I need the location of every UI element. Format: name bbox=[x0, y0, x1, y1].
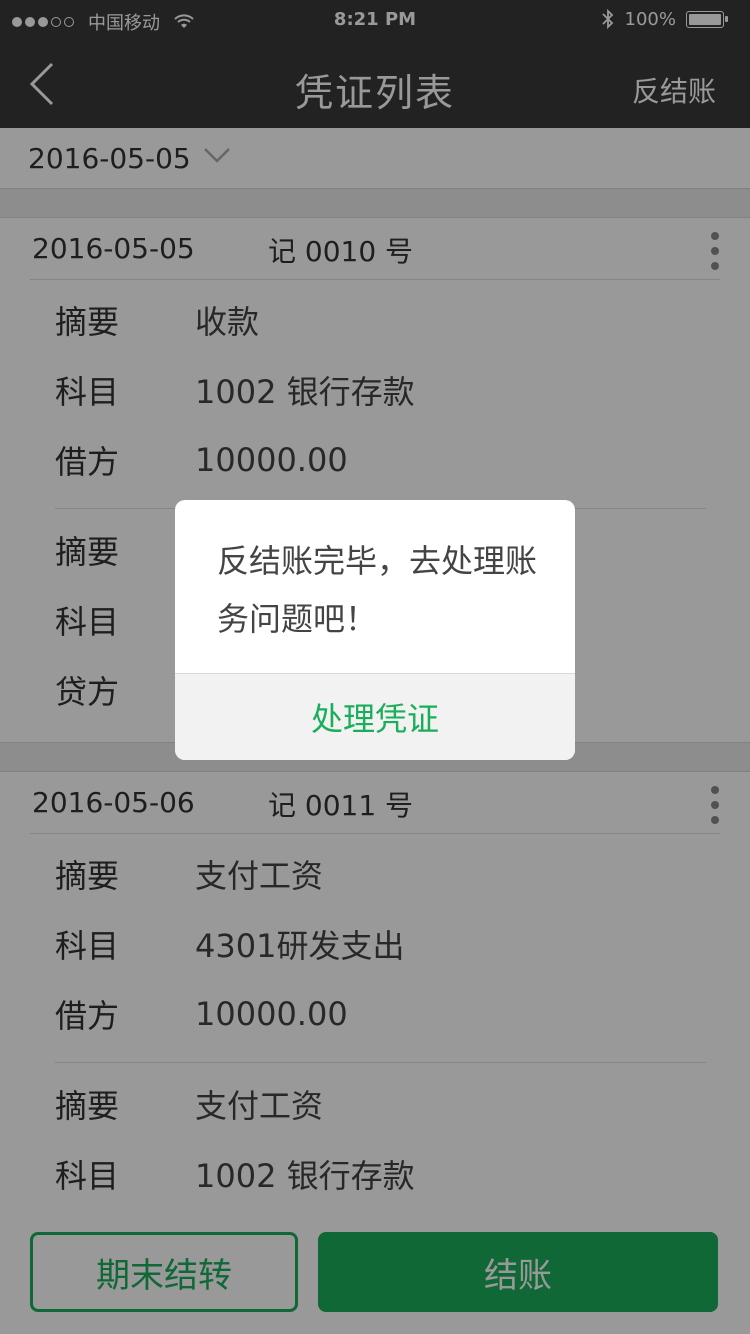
dialog-message: 反结账完毕，去处理账务问题吧！ bbox=[217, 542, 538, 638]
handle-vouchers-button[interactable]: 处理凭证 bbox=[175, 673, 575, 760]
alert-dialog: 反结账完毕，去处理账务问题吧！ 处理凭证 bbox=[175, 500, 575, 760]
